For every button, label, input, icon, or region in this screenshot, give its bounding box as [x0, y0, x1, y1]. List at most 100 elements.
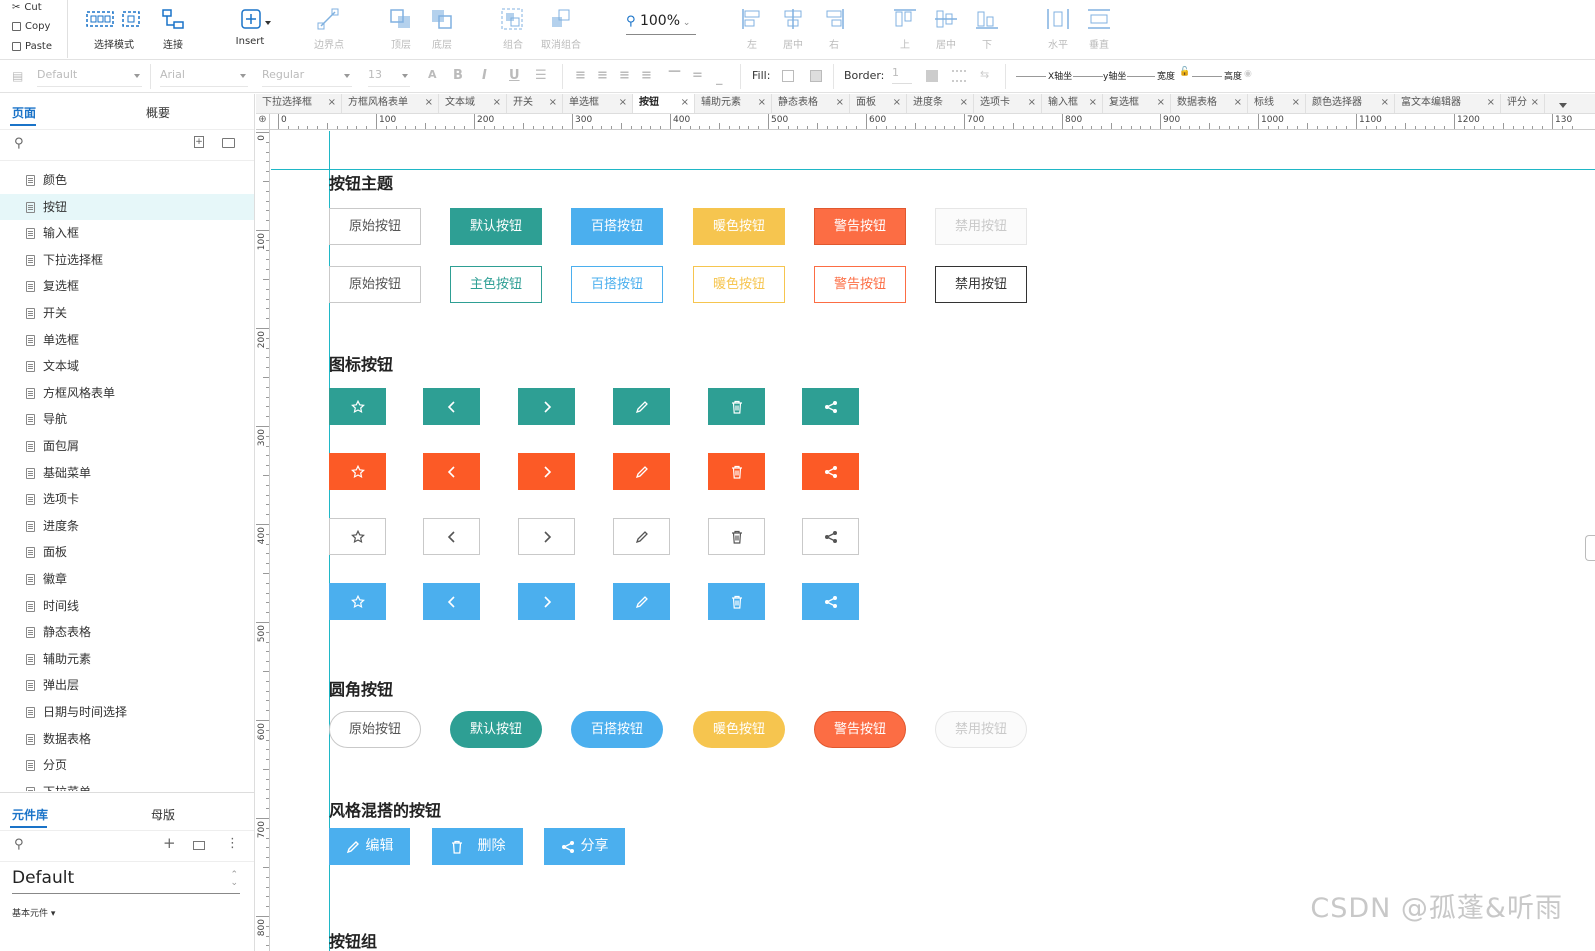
lock-icon[interactable]: 🔓: [1179, 67, 1190, 77]
close-icon[interactable]: ×: [1089, 94, 1097, 112]
page-list-item[interactable]: 下拉菜单: [0, 779, 254, 791]
primitive-button[interactable]: 原始按钮: [329, 711, 421, 748]
y-input[interactable]: [1073, 76, 1103, 77]
select-mode-button[interactable]: 选择模式: [84, 6, 144, 54]
close-icon[interactable]: ×: [328, 94, 336, 112]
doc-tab[interactable]: 复选框 ×: [1103, 94, 1171, 113]
page-list-item[interactable]: 按钮: [0, 193, 254, 220]
warn-button[interactable]: 警告按钮: [814, 266, 906, 303]
align-text-justify-icon[interactable]: ≡: [641, 68, 652, 83]
close-icon[interactable]: ×: [619, 94, 627, 112]
underline-icon[interactable]: U: [509, 68, 520, 83]
close-icon[interactable]: ×: [493, 94, 501, 112]
eye-icon[interactable]: ◉: [1244, 69, 1252, 79]
doc-tab[interactable]: 输入框 ×: [1042, 94, 1103, 113]
primitive-button[interactable]: 原始按钮: [329, 266, 421, 303]
library-stack-icon[interactable]: [193, 841, 205, 850]
tabs-overflow-icon[interactable]: [1556, 97, 1570, 111]
doc-tab[interactable]: 评分 ×: [1501, 94, 1545, 113]
page-list-item[interactable]: 面包屑: [0, 433, 254, 459]
font-size-select[interactable]: 13: [368, 67, 410, 87]
close-icon[interactable]: ×: [1028, 94, 1036, 112]
distribute-vertical-button[interactable]: 垂直: [1069, 6, 1129, 54]
add-library-icon[interactable]: +: [163, 834, 176, 852]
zoom-select[interactable]: ⚲ 100% ⌄: [626, 13, 696, 35]
align-text-left-icon[interactable]: ≡: [575, 68, 586, 83]
close-icon[interactable]: ×: [893, 94, 901, 112]
doc-tab[interactable]: 辅助元素 ×: [695, 94, 772, 113]
delete-button[interactable]: 删除: [432, 828, 523, 865]
connect-button[interactable]: 连接: [143, 6, 203, 54]
width-input[interactable]: [1127, 76, 1155, 77]
page-list-item[interactable]: 面板: [0, 539, 254, 565]
close-icon[interactable]: ×: [960, 94, 968, 112]
close-icon[interactable]: ×: [758, 94, 766, 112]
page-list-item[interactable]: 复选框: [0, 273, 254, 299]
page-list-item[interactable]: 辅助元素: [0, 646, 254, 672]
share-icon-button[interactable]: [802, 518, 859, 555]
left-icon-button[interactable]: [423, 388, 480, 425]
pencil-icon-button[interactable]: [613, 453, 670, 490]
send-to-back-button[interactable]: 底层: [412, 6, 472, 54]
tab-library[interactable]: 元件库: [12, 806, 48, 823]
trash-icon-button[interactable]: [708, 388, 765, 425]
border-color-swatch[interactable]: [926, 70, 938, 82]
star-icon-button[interactable]: [329, 388, 386, 425]
fill-gradient-swatch[interactable]: [810, 70, 822, 82]
page-list-item[interactable]: 单选框: [0, 327, 254, 353]
border-style-icon[interactable]: [952, 70, 966, 82]
page-list-item[interactable]: 输入框: [0, 220, 254, 246]
page-list-item[interactable]: 分页: [0, 752, 254, 778]
warn-button[interactable]: 警告按钮: [814, 711, 906, 748]
search-icon[interactable]: ⚲: [14, 837, 24, 852]
add-page-icon[interactable]: +: [194, 136, 204, 148]
pencil-icon-button[interactable]: [613, 583, 670, 620]
close-icon[interactable]: ×: [1157, 94, 1165, 112]
doc-tab[interactable]: 选项卡 ×: [974, 94, 1042, 113]
font-weight-select[interactable]: Regular: [262, 67, 352, 87]
trash-icon-button[interactable]: [708, 453, 765, 490]
page-list-item[interactable]: 导航: [0, 406, 254, 432]
right-icon-button[interactable]: [518, 388, 575, 425]
bold-icon[interactable]: B: [453, 68, 463, 83]
doc-tab[interactable]: 下拉选择框 ×: [256, 94, 342, 113]
ruler-origin-icon[interactable]: ⊕: [256, 114, 270, 130]
valign-bottom-icon[interactable]: _: [716, 71, 723, 86]
default-button[interactable]: 默认按钮: [450, 711, 542, 748]
font-color-icon[interactable]: A: [428, 68, 437, 81]
right-panel-handle[interactable]: [1585, 535, 1595, 561]
close-icon[interactable]: ×: [836, 94, 844, 112]
primitive-button[interactable]: 原始按钮: [329, 208, 421, 245]
right-icon-button[interactable]: [518, 518, 575, 555]
cut-button[interactable]: ✂ Cut: [12, 2, 42, 13]
design-canvas[interactable]: 按钮主题 原始按钮 默认按钮 百搭按钮 暖色按钮 警告按钮 禁用按钮 原始按钮 主色按钮 百搭…: [271, 131, 1595, 951]
doc-tab[interactable]: 按钮 ×: [633, 94, 695, 113]
page-list-item[interactable]: 颜色: [0, 167, 254, 193]
right-icon-button[interactable]: [518, 453, 575, 490]
page-list-item[interactable]: 下拉选择框: [0, 247, 254, 273]
close-icon[interactable]: ×: [549, 94, 557, 112]
pencil-icon-button[interactable]: [613, 518, 670, 555]
page-list-item[interactable]: 日期与时间选择: [0, 699, 254, 725]
paste-button[interactable]: Paste: [12, 41, 52, 52]
copy-button[interactable]: Copy: [12, 21, 50, 32]
warm-button[interactable]: 暖色按钮: [693, 208, 785, 245]
doc-tab[interactable]: 静态表格 ×: [772, 94, 850, 113]
library-select[interactable]: Default ⌃ ⌄: [12, 868, 240, 894]
style-select[interactable]: Default: [37, 67, 142, 87]
doc-tab[interactable]: 文本域 ×: [439, 94, 507, 113]
left-icon-button[interactable]: [423, 453, 480, 490]
bullet-list-icon[interactable]: ☰: [535, 68, 547, 83]
share-button[interactable]: 分享: [544, 828, 625, 865]
border-width-input[interactable]: 1: [892, 66, 912, 84]
star-icon-button[interactable]: [329, 518, 386, 555]
tab-masters[interactable]: 母版: [151, 806, 175, 823]
edit-button[interactable]: 编辑: [329, 828, 410, 865]
tab-outline[interactable]: 概要: [146, 104, 170, 121]
doc-tab[interactable]: 进度条 ×: [907, 94, 974, 113]
align-text-right-icon[interactable]: ≡: [619, 68, 630, 83]
warn-button[interactable]: 警告按钮: [814, 208, 906, 245]
left-icon-button[interactable]: [423, 583, 480, 620]
align-bottom-button[interactable]: 下: [957, 6, 1017, 54]
warm-button[interactable]: 暖色按钮: [693, 711, 785, 748]
